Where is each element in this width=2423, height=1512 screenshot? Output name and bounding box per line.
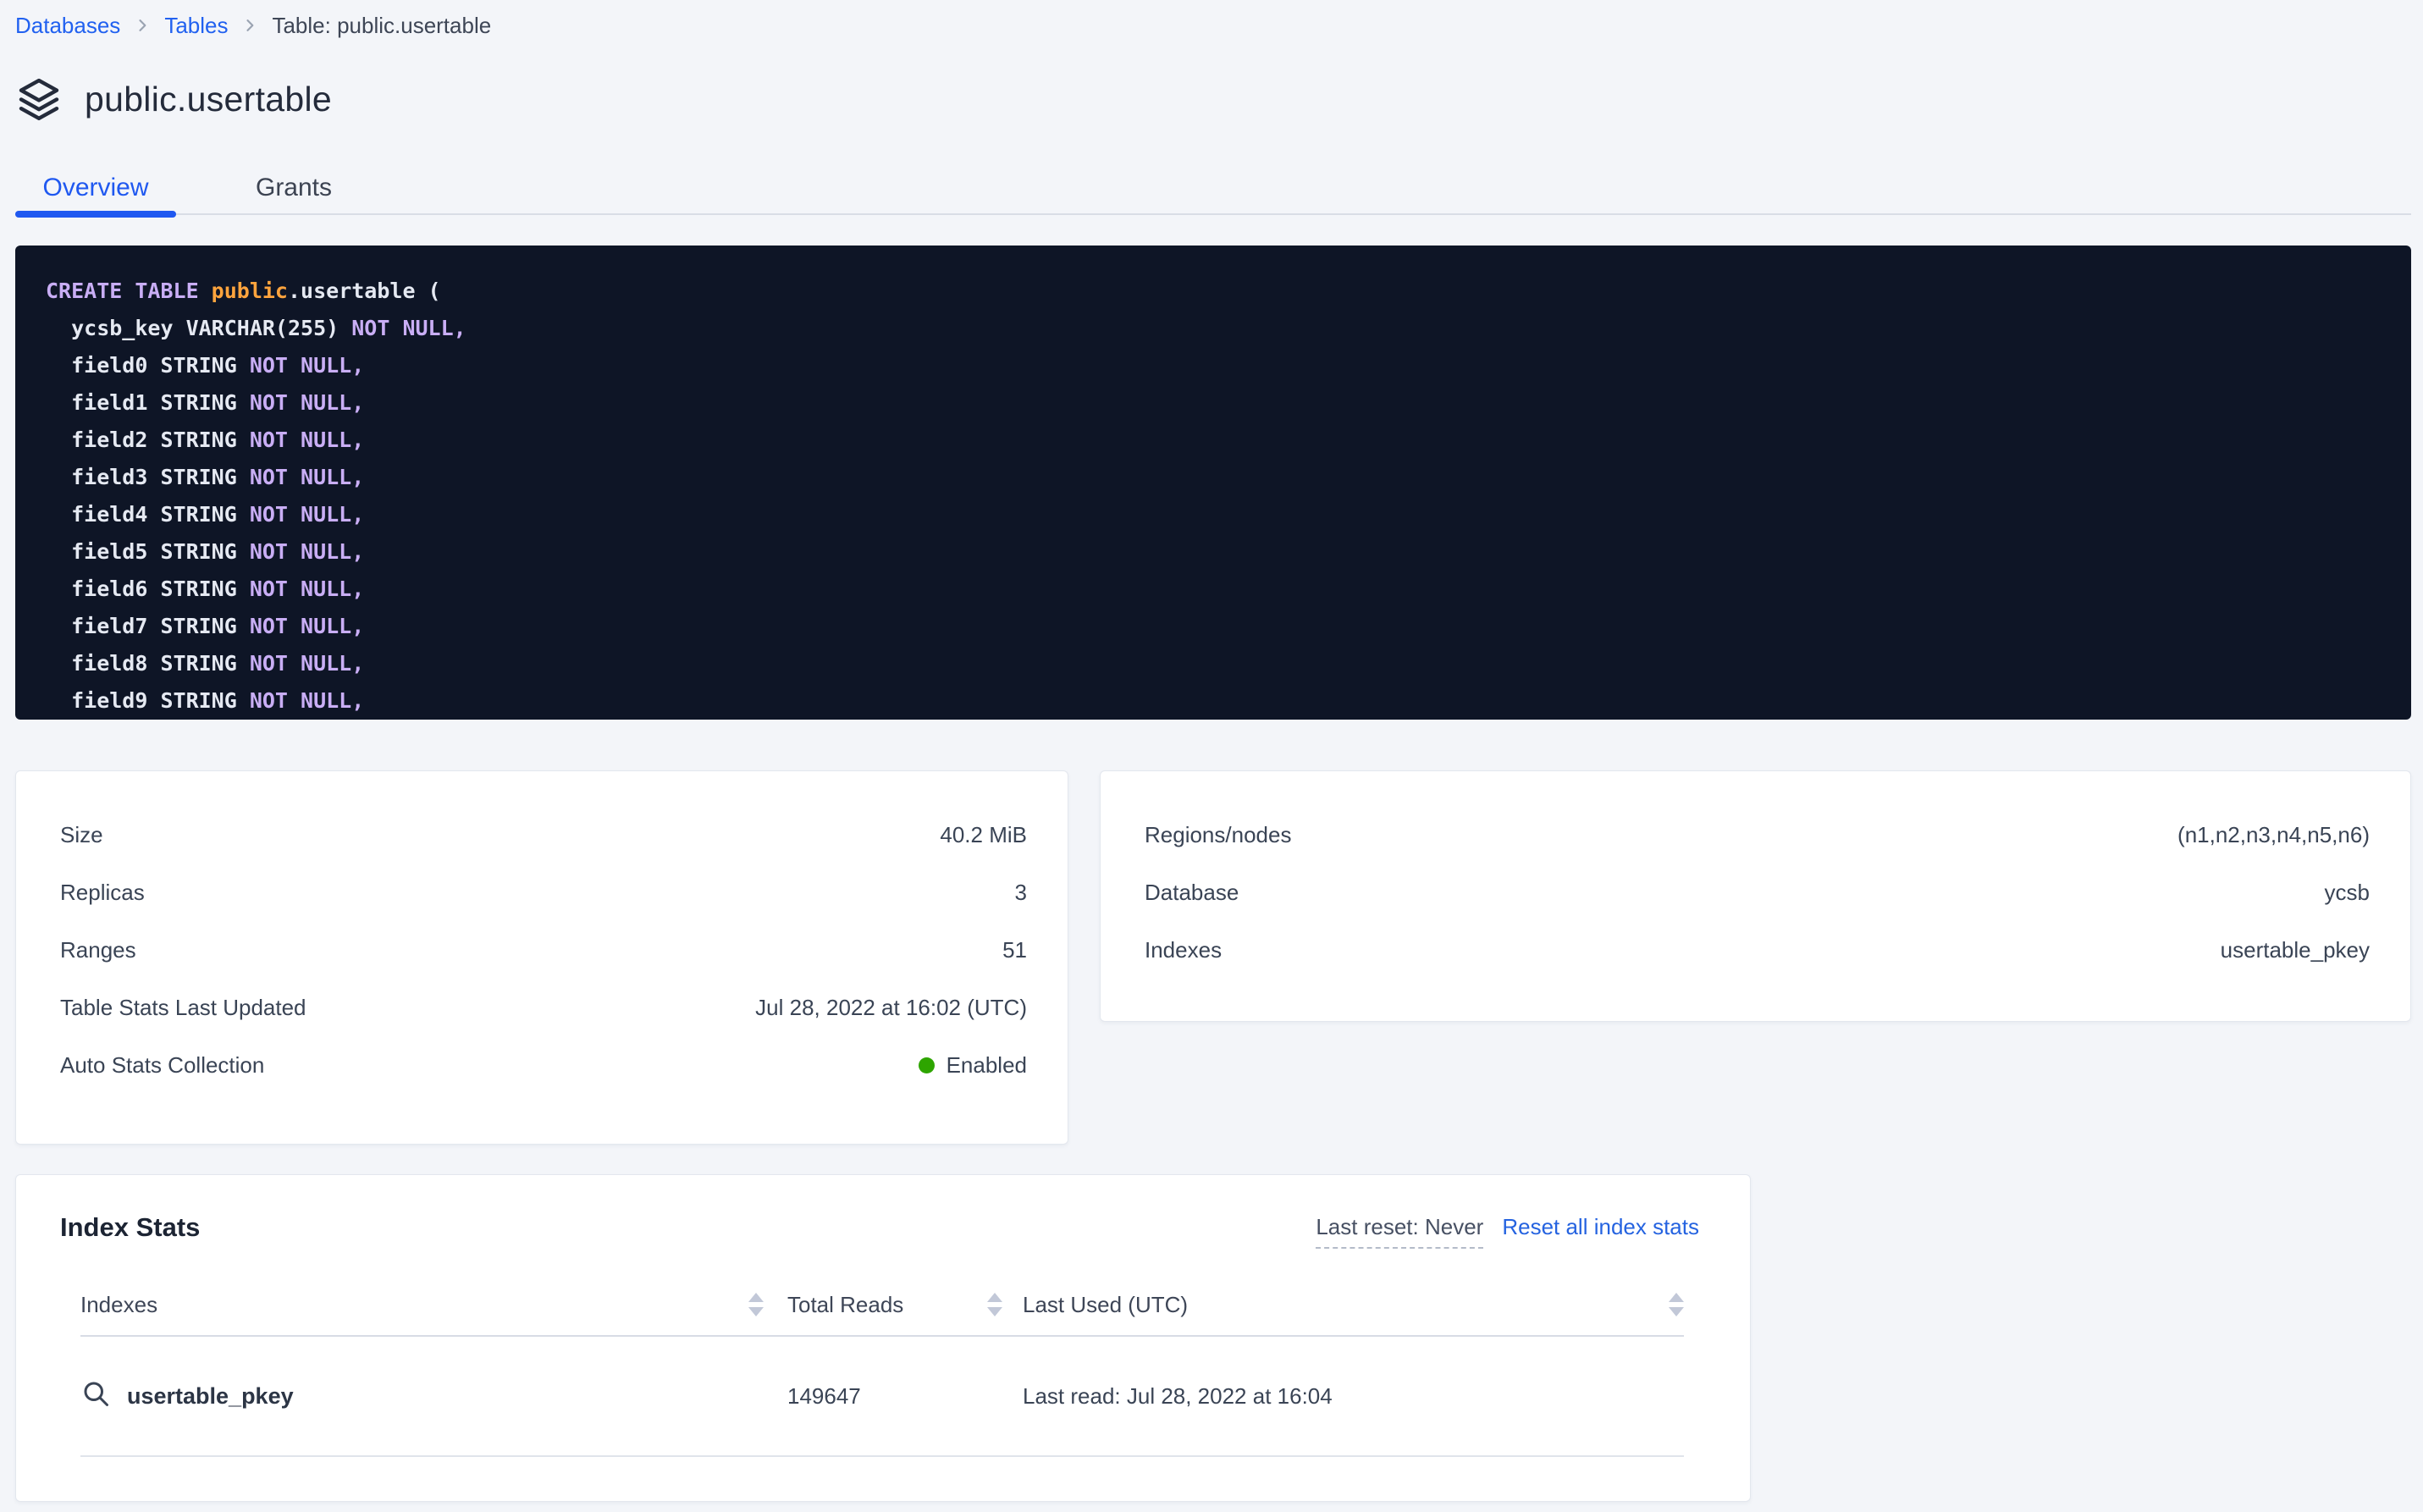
breadcrumb-link-tables[interactable]: Tables — [164, 13, 228, 39]
layers-stack-icon — [15, 75, 63, 123]
breadcrumb-link-databases[interactable]: Databases — [15, 13, 120, 39]
page-title: public.usertable — [85, 80, 332, 119]
stat-row-replicas: Replicas 3 — [60, 864, 1027, 921]
index-stats-card: Index Stats Last reset: Never Reset all … — [15, 1174, 1751, 1502]
stat-value: 51 — [1002, 937, 1027, 963]
stat-value: ycsb — [2325, 880, 2370, 906]
last-reset-label: Last reset: Never — [1316, 1214, 1483, 1249]
stat-row-database: Database ycsb — [1145, 864, 2370, 921]
column-label: Total Reads — [787, 1292, 903, 1318]
stat-label: Ranges — [60, 937, 136, 963]
index-name-cell[interactable]: usertable_pkey — [80, 1378, 764, 1415]
sort-arrows-icon — [748, 1293, 764, 1316]
breadcrumb-current: Table: public.usertable — [272, 13, 491, 39]
index-name: usertable_pkey — [127, 1383, 294, 1410]
stat-row-stats-updated: Table Stats Last Updated Jul 28, 2022 at… — [60, 979, 1027, 1036]
index-stats-table: Indexes Total Reads Last Used (UTC) — [16, 1274, 1750, 1457]
stat-value: 3 — [1015, 880, 1027, 906]
stat-row-regions: Regions/nodes (n1,n2,n3,n4,n5,n6) — [1145, 806, 2370, 864]
stat-label: Auto Stats Collection — [60, 1052, 264, 1079]
column-header-indexes[interactable]: Indexes — [80, 1292, 764, 1318]
index-stats-table-header: Indexes Total Reads Last Used (UTC) — [80, 1274, 1684, 1337]
stat-label: Size — [60, 822, 103, 848]
database-info-card: Regions/nodes (n1,n2,n3,n4,n5,n6) Databa… — [1100, 770, 2411, 1022]
stat-row-auto-stats: Auto Stats Collection Enabled — [60, 1036, 1027, 1094]
total-reads-cell: 149647 — [764, 1383, 1002, 1410]
column-label: Last Used (UTC) — [1023, 1292, 1188, 1318]
index-stats-reset-group: Last reset: Never Reset all index stats — [1316, 1212, 1699, 1249]
create-table-sql-block: CREATE TABLE public.usertable ( ycsb_key… — [15, 246, 2411, 720]
breadcrumb: Databases Tables Table: public.usertable — [15, 10, 2411, 41]
stat-label: Regions/nodes — [1145, 822, 1291, 848]
tab-grants[interactable]: Grants — [213, 163, 374, 213]
search-icon — [80, 1378, 111, 1415]
index-stats-title: Index Stats — [60, 1212, 200, 1243]
tab-overview[interactable]: Overview — [15, 163, 176, 213]
overview-cards-row: Size 40.2 MiB Replicas 3 Ranges 51 Table… — [15, 770, 2411, 1145]
stat-row-indexes: Indexes usertable_pkey — [1145, 921, 2370, 979]
enabled-status-dot — [919, 1057, 935, 1073]
total-reads-value: 149647 — [787, 1383, 861, 1410]
reset-all-index-stats-link[interactable]: Reset all index stats — [1502, 1214, 1699, 1240]
stat-value: usertable_pkey — [2221, 937, 2370, 963]
table-row[interactable]: usertable_pkey 149647 Last read: Jul 28,… — [80, 1337, 1684, 1457]
stat-row-size: Size 40.2 MiB — [60, 806, 1027, 864]
content-area: Databases Tables Table: public.usertable… — [0, 0, 2423, 1502]
stat-label: Indexes — [1145, 937, 1222, 963]
column-label: Indexes — [80, 1292, 157, 1318]
stat-value: (n1,n2,n3,n4,n5,n6) — [2177, 822, 2370, 848]
stat-label: Table Stats Last Updated — [60, 995, 306, 1021]
stat-value: Jul 28, 2022 at 16:02 (UTC) — [755, 995, 1027, 1021]
sort-arrows-icon — [987, 1293, 1002, 1316]
page-header: public.usertable — [15, 74, 2411, 124]
column-header-last-used[interactable]: Last Used (UTC) — [1002, 1292, 1684, 1318]
stat-label: Replicas — [60, 880, 145, 906]
index-stats-header: Index Stats Last reset: Never Reset all … — [16, 1175, 1750, 1249]
stat-label: Database — [1145, 880, 1239, 906]
tab-bar: Overview Grants — [15, 163, 2411, 215]
table-details-page: Databases Tables Table: public.usertable… — [0, 0, 2423, 1512]
sql-code: CREATE TABLE public.usertable ( ycsb_key… — [46, 273, 2377, 720]
sort-arrows-icon — [1669, 1293, 1684, 1316]
last-used-cell: Last read: Jul 28, 2022 at 16:04 — [1002, 1383, 1684, 1410]
chevron-right-icon — [134, 17, 151, 34]
enabled-status-text: Enabled — [947, 1052, 1027, 1079]
stat-row-ranges: Ranges 51 — [60, 921, 1027, 979]
last-used-value: Last read: Jul 28, 2022 at 16:04 — [1023, 1383, 1333, 1410]
stat-value: 40.2 MiB — [940, 822, 1027, 848]
stat-value: Enabled — [919, 1052, 1027, 1079]
table-stats-card: Size 40.2 MiB Replicas 3 Ranges 51 Table… — [15, 770, 1068, 1145]
column-header-total-reads[interactable]: Total Reads — [764, 1292, 1002, 1318]
chevron-right-icon — [241, 17, 258, 34]
